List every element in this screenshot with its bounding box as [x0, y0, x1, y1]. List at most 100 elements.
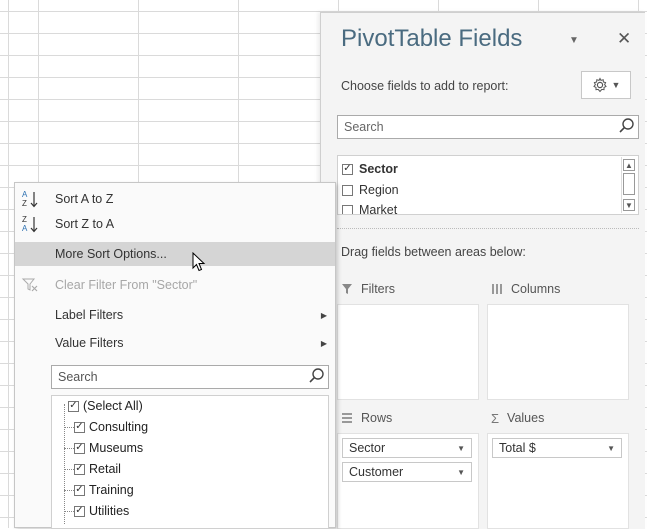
- tree-line: [64, 404, 65, 524]
- checkbox-icon[interactable]: [342, 204, 353, 214]
- checkbox-checked-icon[interactable]: ✓: [74, 505, 85, 517]
- rows-field-chip-sector[interactable]: Sector ▼: [342, 438, 472, 458]
- field-label: Region: [359, 183, 399, 197]
- sigma-icon: Σ: [491, 410, 500, 426]
- values-area: Σ Values Total $ ▼: [487, 405, 629, 529]
- rows-drop-zone[interactable]: Sector ▼ Customer ▼: [337, 433, 479, 529]
- spreadsheet-gridline: [0, 0, 9, 528]
- filter-item-label: Museums: [89, 441, 144, 455]
- menu-item-label: Label Filters: [55, 308, 124, 322]
- filter-item-label: (Select All): [83, 399, 143, 413]
- rows-icon: [342, 413, 352, 423]
- search-icon[interactable]: [308, 367, 326, 385]
- chip-label: Total $: [499, 441, 536, 455]
- rows-area-header: Rows: [337, 405, 483, 431]
- columns-area: Columns: [487, 276, 629, 400]
- filter-item-select-all[interactable]: ✓ (Select All): [68, 399, 143, 413]
- field-item-region[interactable]: Region: [342, 183, 399, 197]
- tools-button[interactable]: ▼: [581, 71, 631, 99]
- search-placeholder: Search: [58, 370, 98, 384]
- menu-item-more-sort-options[interactable]: More Sort Options...: [15, 242, 335, 266]
- checkbox-checked-icon[interactable]: ✓: [68, 400, 79, 412]
- chevron-down-icon[interactable]: ▼: [569, 35, 579, 46]
- rows-field-chip-customer[interactable]: Customer ▼: [342, 462, 472, 482]
- tree-line: [64, 448, 74, 449]
- checkbox-checked-icon[interactable]: ✓: [342, 163, 353, 175]
- chevron-right-icon: ▶: [320, 310, 327, 320]
- filter-item-consulting[interactable]: ✓ Consulting: [74, 420, 148, 434]
- values-area-header: Σ Values: [487, 405, 633, 431]
- field-item-market[interactable]: Market: [342, 203, 398, 215]
- filter-values-list: ✓ (Select All) ✓ Consulting ✓ Museums ✓ …: [51, 395, 329, 529]
- filters-area-label: Filters: [361, 282, 396, 296]
- field-label: Sector: [359, 162, 398, 176]
- chevron-down-icon[interactable]: ▼: [457, 444, 465, 453]
- columns-drop-zone[interactable]: [487, 304, 629, 400]
- chevron-right-icon: ▶: [320, 338, 327, 348]
- close-icon[interactable]: ✕: [617, 29, 631, 49]
- columns-area-label: Columns: [511, 282, 561, 296]
- values-field-chip-total[interactable]: Total $ ▼: [492, 438, 622, 458]
- chevron-down-icon: ▼: [611, 80, 621, 90]
- columns-area-header: Columns: [487, 276, 633, 302]
- checkbox-checked-icon[interactable]: ✓: [74, 442, 85, 454]
- menu-item-sort-z-to-a[interactable]: Z A Sort Z to A: [15, 212, 335, 236]
- tree-line: [64, 469, 74, 470]
- field-list-scrollbar[interactable]: ▲ ▼: [621, 157, 637, 213]
- svg-text:A: A: [22, 190, 28, 199]
- menu-item-label: More Sort Options...: [55, 247, 167, 261]
- svg-text:Z: Z: [22, 215, 27, 224]
- scroll-down-icon[interactable]: ▼: [623, 199, 635, 211]
- checkbox-icon[interactable]: [342, 184, 353, 196]
- menu-item-clear-filter: Clear Filter From "Sector": [15, 273, 335, 297]
- divider: [337, 228, 639, 229]
- menu-item-label-filters[interactable]: Label Filters ▶: [15, 303, 335, 327]
- rows-area: Rows Sector ▼ Customer ▼: [337, 405, 479, 529]
- sort-filter-menu: A Z Sort A to Z Z A Sort Z to A More Sor…: [14, 182, 336, 529]
- menu-item-label: Sort Z to A: [55, 217, 115, 231]
- filters-drop-zone[interactable]: [337, 304, 479, 400]
- search-icon[interactable]: [618, 117, 636, 135]
- field-label: Market: [359, 203, 398, 215]
- chip-label: Customer: [349, 465, 404, 479]
- filter-item-label: Retail: [89, 462, 121, 476]
- values-area-label: Values: [507, 411, 545, 425]
- filter-item-training[interactable]: ✓ Training: [74, 483, 134, 497]
- pivottable-fields-pane: PivotTable Fields ▼ ✕ Choose fields to a…: [320, 12, 645, 529]
- filters-area-header: Filters: [337, 276, 483, 302]
- filter-item-museums[interactable]: ✓ Museums: [74, 441, 143, 455]
- chevron-down-icon[interactable]: ▼: [457, 468, 465, 477]
- field-search-input[interactable]: Search: [337, 115, 639, 139]
- drag-areas-label: Drag fields between areas below:: [341, 245, 526, 259]
- columns-icon: [492, 284, 502, 294]
- menu-item-value-filters[interactable]: Value Filters ▶: [15, 331, 335, 355]
- pane-subtitle: Choose fields to add to report:: [341, 79, 509, 93]
- field-list: ✓ Sector Region Market ▲ ▼: [337, 155, 639, 215]
- menu-item-label: Value Filters: [55, 336, 124, 350]
- tree-line: [64, 490, 74, 491]
- field-item-sector[interactable]: ✓ Sector: [342, 162, 398, 176]
- search-placeholder: Search: [344, 120, 384, 134]
- filter-item-retail[interactable]: ✓ Retail: [74, 462, 121, 476]
- values-drop-zone[interactable]: Total $ ▼: [487, 433, 629, 529]
- scroll-thumb[interactable]: [623, 173, 635, 195]
- checkbox-checked-icon[interactable]: ✓: [74, 463, 85, 475]
- chevron-down-icon[interactable]: ▼: [607, 444, 615, 453]
- rows-area-label: Rows: [361, 411, 393, 425]
- filter-icon: [342, 284, 352, 294]
- filters-area: Filters: [337, 276, 479, 400]
- gear-icon: [592, 77, 607, 93]
- tree-line: [64, 427, 74, 428]
- tree-line: [64, 511, 74, 512]
- filter-search-input[interactable]: Search: [51, 365, 329, 389]
- scroll-up-icon[interactable]: ▲: [623, 159, 635, 171]
- svg-text:A: A: [22, 224, 28, 233]
- checkbox-checked-icon[interactable]: ✓: [74, 484, 85, 496]
- menu-item-sort-a-to-z[interactable]: A Z Sort A to Z: [15, 187, 335, 211]
- filter-item-utilities[interactable]: ✓ Utilities: [74, 504, 129, 518]
- filter-item-label: Utilities: [89, 504, 130, 518]
- checkbox-checked-icon[interactable]: ✓: [74, 421, 85, 433]
- menu-item-label: Sort A to Z: [55, 192, 114, 206]
- sort-ascending-icon: A Z: [22, 190, 38, 208]
- mouse-pointer-icon: [192, 252, 206, 272]
